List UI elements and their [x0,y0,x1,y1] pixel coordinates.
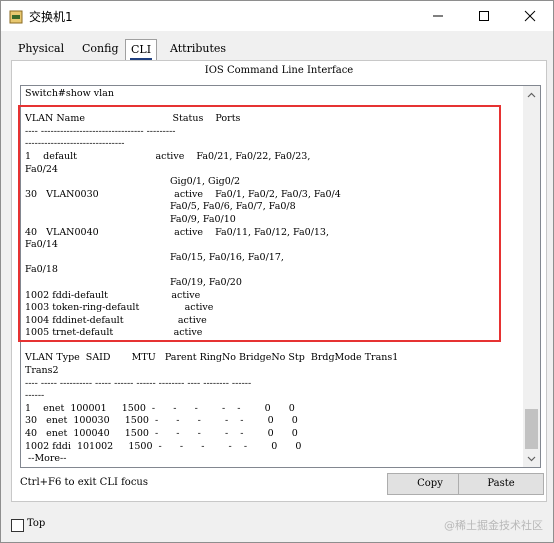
title-bar: 交换机1 [1,1,553,31]
watermark: @稀土掘金技术社区 [444,519,543,532]
tab-attributes[interactable]: Attributes [165,39,231,59]
top-label: Top [27,518,46,529]
window-title: 交换机1 [29,10,73,24]
maximize-button[interactable] [461,1,507,31]
scroll-up-button[interactable] [523,86,540,103]
app-window: 交换机1 Physical Config CLI Attributes IOS … [0,0,554,543]
paste-button[interactable]: Paste [458,473,544,495]
chevron-up-icon [527,92,536,97]
cli-output[interactable]: Switch#show vlan VLAN Name Status Ports … [25,88,398,466]
minimize-icon [433,15,443,17]
cli-focus-hint: Ctrl+F6 to exit CLI focus [20,477,148,488]
tab-config[interactable]: Config [77,39,124,59]
tab-cli-label: CLI [131,43,152,56]
minimize-button[interactable] [415,1,461,31]
scroll-down-button[interactable] [523,450,540,467]
cli-panel: IOS Command Line Interface Switch#show v… [11,60,547,502]
tab-cli[interactable]: CLI [125,39,158,61]
chevron-down-icon [527,456,536,461]
switch-app-icon [9,9,23,24]
close-button[interactable] [507,1,553,31]
bottom-bar: Top @稀土掘金技术社区 [1,506,553,542]
scrollbar-thumb[interactable] [525,409,538,449]
close-icon [524,10,536,22]
top-checkbox[interactable] [11,519,24,532]
panel-title: IOS Command Line Interface [204,65,354,76]
cli-console[interactable]: Switch#show vlan VLAN Name Status Ports … [20,85,541,468]
maximize-icon [479,11,489,21]
vertical-scrollbar[interactable] [523,86,540,467]
tab-physical[interactable]: Physical [13,39,69,59]
